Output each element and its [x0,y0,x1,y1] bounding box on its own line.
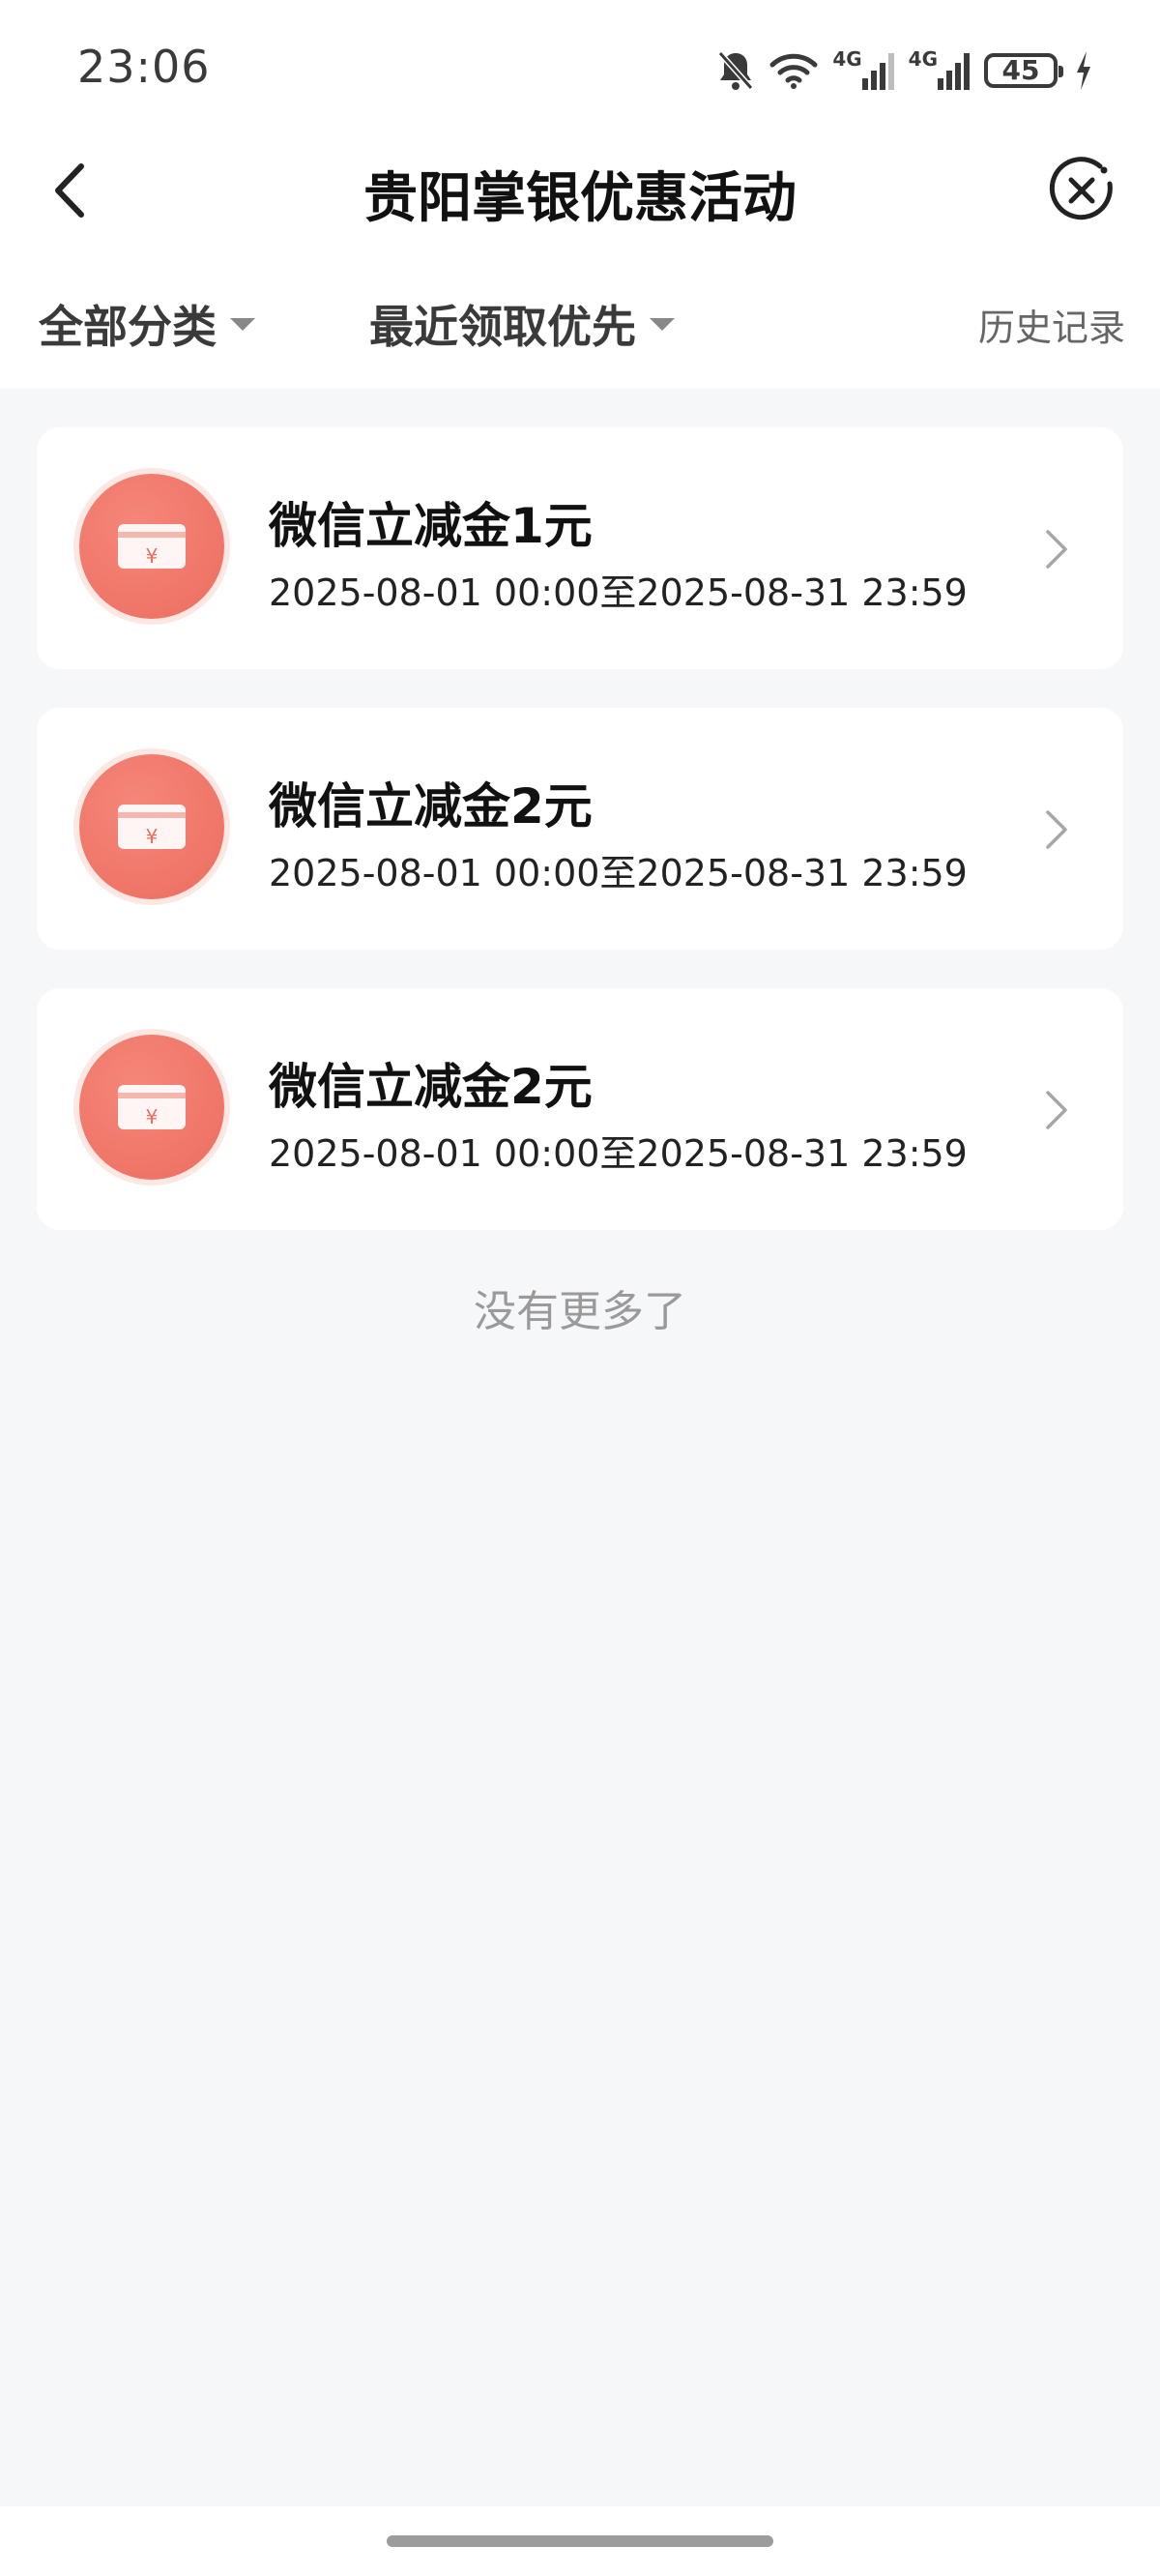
gesture-area [0,2506,1160,2576]
status-bar: 23:06 4G 4G 45 [0,0,1160,135]
charging-icon [1075,51,1092,90]
network-type-label: 4G [832,47,862,71]
category-filter-dropdown[interactable]: 全部分类 [39,292,255,356]
chevron-right-icon [1046,530,1067,569]
list-end-text: 没有更多了 [474,1287,686,1336]
battery-icon: 45 [984,53,1063,88]
page-title: 贵阳掌银优惠活动 [363,167,797,230]
svg-text:¥: ¥ [146,1105,159,1128]
coupon-list: ¥ 微信立减金1元 2025-08-01 00:00至2025-08-31 23… [37,427,1123,1269]
wifi-icon [768,51,819,90]
category-filter-label: 全部分类 [39,301,217,353]
coupon-date-range: 2025-08-01 00:00至2025-08-31 23:59 [269,1132,968,1175]
card-yuan-icon: ¥ [118,1085,186,1129]
battery-level: 45 [1001,54,1040,86]
coupon-date-range: 2025-08-01 00:00至2025-08-31 23:59 [269,852,968,894]
coupon-icon: ¥ [79,754,224,899]
network-type-label: 4G [908,47,938,71]
app-screen: 23:06 4G 4G 45 贵阳掌银优惠活动 全部分类 最近领取优先 历史记录… [0,0,1160,2576]
coupon-card[interactable]: ¥ 微信立减金1元 2025-08-01 00:00至2025-08-31 23… [37,427,1123,669]
home-gesture-bar[interactable] [387,2535,773,2547]
sort-filter-dropdown[interactable]: 最近领取优先 [369,292,675,356]
coupon-icon: ¥ [79,1035,224,1180]
signal-icon [861,51,895,90]
sort-filter-label: 最近领取优先 [369,301,636,353]
caret-down-icon [650,317,675,331]
card-yuan-icon: ¥ [118,524,186,569]
coupon-card[interactable]: ¥ 微信立减金2元 2025-08-01 00:00至2025-08-31 23… [37,708,1123,950]
status-time: 23:06 [77,41,211,93]
coupon-title: 微信立减金2元 [269,778,593,834]
card-yuan-icon: ¥ [118,805,186,849]
caret-down-icon [230,317,255,331]
filter-bar: 全部分类 最近领取优先 历史记录 [0,251,1160,389]
bell-off-icon [716,49,755,92]
status-icons: 4G 4G 45 [716,46,1092,95]
coupon-date-range: 2025-08-01 00:00至2025-08-31 23:59 [269,571,968,614]
chevron-right-icon [1046,1091,1067,1129]
chevron-right-icon [1046,810,1067,849]
close-circle-icon [1049,157,1113,220]
history-link[interactable]: 历史记录 [978,298,1125,351]
coupon-title: 微信立减金1元 [269,498,593,554]
coupon-card[interactable]: ¥ 微信立减金2元 2025-08-01 00:00至2025-08-31 23… [37,988,1123,1230]
coupon-icon: ¥ [79,474,224,619]
nav-bar: 贵阳掌银优惠活动 [0,135,1160,251]
close-button[interactable] [1046,155,1117,226]
svg-text:¥: ¥ [146,825,159,848]
coupon-title: 微信立减金2元 [269,1059,593,1115]
signal-icon [938,51,971,90]
svg-text:¥: ¥ [146,544,159,568]
